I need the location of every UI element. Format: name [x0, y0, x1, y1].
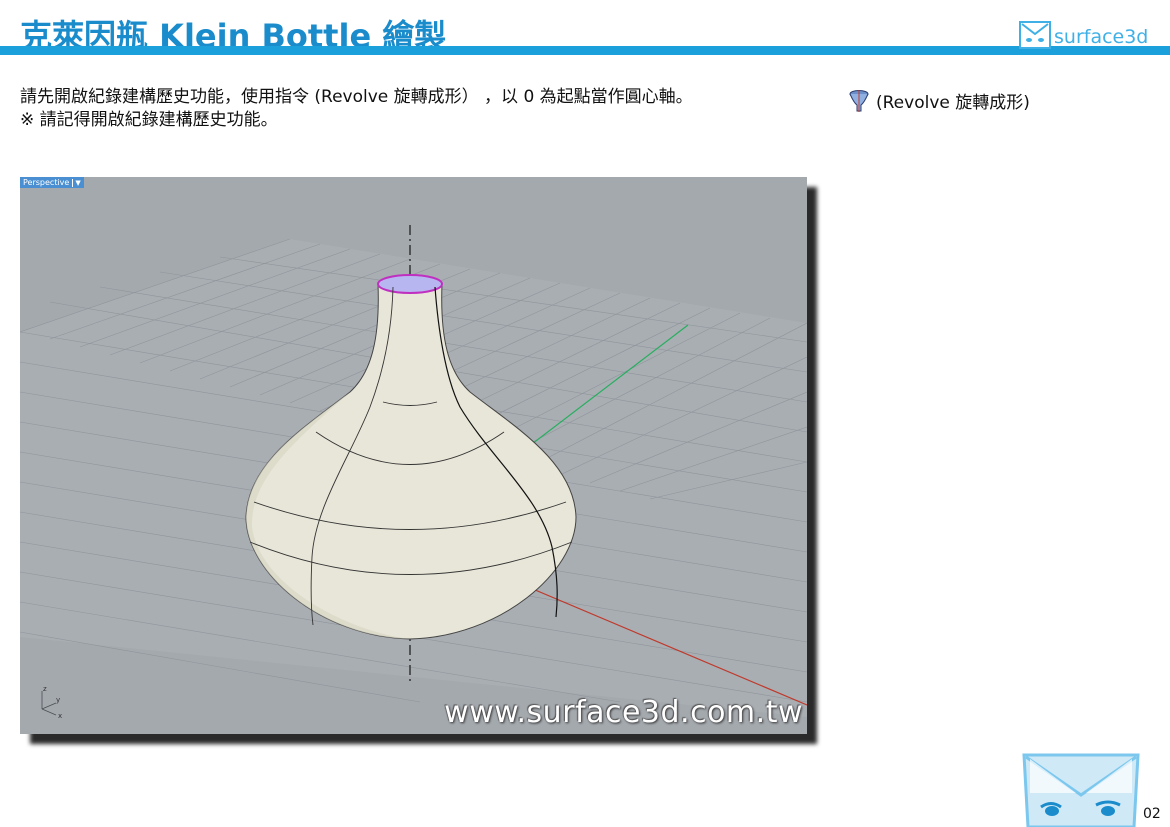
axis-z-label: z	[43, 685, 47, 693]
viewport-label-button[interactable]: Perspective ▼	[20, 177, 84, 188]
revolve-icon[interactable]	[848, 89, 870, 113]
logo-text: surface3d	[1054, 26, 1149, 48]
watermark: www.surface3d.com.tw	[444, 695, 803, 730]
viewport-canvas: z y x	[20, 225, 807, 720]
header-bar	[0, 46, 1170, 55]
viewport-label: Perspective	[23, 178, 70, 187]
instruction-line-2: ※ 請記得開啟紀錄建構歷史功能。	[20, 110, 278, 130]
instruction-line-1: 請先開啟紀錄建構歷史功能，使用指令 (Revolve 旋轉成形） ，以 0 為起…	[20, 87, 693, 107]
page-number: 02	[1143, 806, 1161, 822]
command-label: (Revolve 旋轉成形)	[876, 93, 1030, 113]
instructions: 請先開啟紀錄建構歷史功能，使用指令 (Revolve 旋轉成形） ，以 0 為起…	[20, 86, 693, 132]
perspective-viewport[interactable]: Perspective ▼ z y x www.surface3d.com.tw	[20, 177, 807, 734]
command-reference: (Revolve 旋轉成形)	[848, 88, 1030, 113]
axis-x-label: x	[58, 712, 62, 720]
mascot-logo	[1022, 753, 1140, 827]
viewport-container: Perspective ▼ z y x www.surface3d.com.tw	[20, 177, 817, 744]
axis-y-label: y	[56, 696, 60, 704]
axis-gizmo	[41, 691, 57, 716]
dropdown-arrow-icon[interactable]: ▼	[72, 178, 81, 187]
